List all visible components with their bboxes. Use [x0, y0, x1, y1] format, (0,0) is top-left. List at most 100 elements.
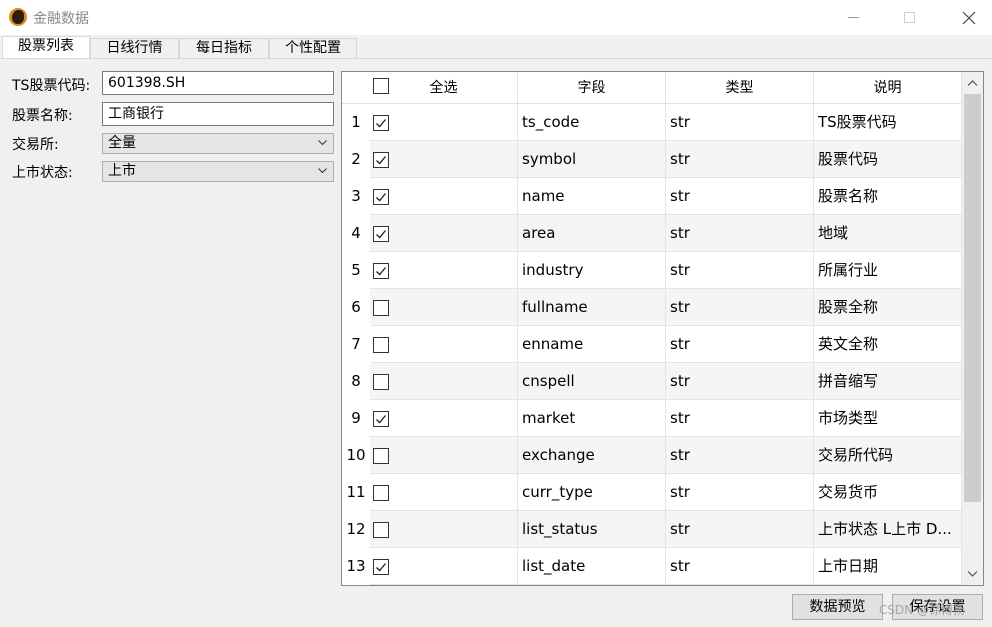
- select-cell[interactable]: [370, 104, 518, 141]
- row-checkbox[interactable]: [373, 189, 389, 205]
- table-row[interactable]: market str 市场类型: [370, 400, 962, 437]
- header-type[interactable]: 类型: [666, 72, 814, 104]
- row-checkbox[interactable]: [373, 115, 389, 131]
- row-checkbox[interactable]: [373, 411, 389, 427]
- type-cell[interactable]: str: [666, 437, 814, 474]
- row-checkbox[interactable]: [373, 374, 389, 390]
- row-checkbox[interactable]: [373, 559, 389, 575]
- type-cell[interactable]: str: [666, 326, 814, 363]
- field-cell[interactable]: name: [518, 178, 666, 215]
- scroll-down-icon[interactable]: [967, 568, 978, 579]
- table-row[interactable]: exchange str 交易所代码: [370, 437, 962, 474]
- vertical-scrollbar[interactable]: [962, 72, 983, 585]
- field-cell[interactable]: fullname: [518, 289, 666, 326]
- header-select-all[interactable]: 全选: [370, 72, 518, 104]
- select-all-checkbox[interactable]: [373, 78, 389, 94]
- desc-cell[interactable]: 交易货币: [814, 474, 962, 511]
- select-cell[interactable]: [370, 474, 518, 511]
- maximize-button[interactable]: [886, 0, 932, 35]
- desc-cell[interactable]: 所属行业: [814, 252, 962, 289]
- type-cell[interactable]: str: [666, 252, 814, 289]
- ts-code-input[interactable]: 601398.SH: [102, 71, 334, 95]
- table-row[interactable]: name str 股票名称: [370, 178, 962, 215]
- row-checkbox[interactable]: [373, 485, 389, 501]
- type-cell[interactable]: str: [666, 363, 814, 400]
- header-desc[interactable]: 说明: [814, 72, 962, 104]
- tab-stock-list[interactable]: 股票列表: [2, 36, 90, 59]
- desc-cell[interactable]: 市场类型: [814, 400, 962, 437]
- type-cell[interactable]: str: [666, 178, 814, 215]
- field-cell[interactable]: area: [518, 215, 666, 252]
- table-row[interactable]: symbol str 股票代码: [370, 141, 962, 178]
- desc-cell[interactable]: 上市状态 L上市 D...: [814, 511, 962, 548]
- type-cell[interactable]: str: [666, 104, 814, 141]
- row-number[interactable]: 2: [342, 141, 370, 178]
- row-number[interactable]: 10: [342, 437, 370, 474]
- select-cell[interactable]: [370, 178, 518, 215]
- table-row[interactable]: industry str 所属行业: [370, 252, 962, 289]
- desc-cell[interactable]: 股票名称: [814, 178, 962, 215]
- select-cell[interactable]: [370, 215, 518, 252]
- row-number[interactable]: 1: [342, 104, 370, 141]
- row-number[interactable]: 3: [342, 178, 370, 215]
- field-cell[interactable]: symbol: [518, 141, 666, 178]
- row-checkbox[interactable]: [373, 522, 389, 538]
- row-number[interactable]: 11: [342, 474, 370, 511]
- select-cell[interactable]: [370, 548, 518, 585]
- type-cell[interactable]: str: [666, 548, 814, 585]
- field-cell[interactable]: enname: [518, 326, 666, 363]
- desc-cell[interactable]: 股票代码: [814, 141, 962, 178]
- tab-daily-quotes[interactable]: 日线行情: [90, 38, 179, 59]
- row-checkbox[interactable]: [373, 448, 389, 464]
- scrollbar-thumb[interactable]: [964, 94, 981, 502]
- row-checkbox[interactable]: [373, 300, 389, 316]
- desc-cell[interactable]: 地域: [814, 215, 962, 252]
- select-cell[interactable]: [370, 511, 518, 548]
- type-cell[interactable]: str: [666, 511, 814, 548]
- type-cell[interactable]: str: [666, 474, 814, 511]
- field-cell[interactable]: list_date: [518, 548, 666, 585]
- tab-daily-indicators[interactable]: 每日指标: [179, 38, 269, 59]
- row-number[interactable]: 12: [342, 511, 370, 548]
- exchange-select[interactable]: 全量: [102, 133, 334, 154]
- type-cell[interactable]: str: [666, 400, 814, 437]
- table-row[interactable]: enname str 英文全称: [370, 326, 962, 363]
- field-cell[interactable]: exchange: [518, 437, 666, 474]
- table-row[interactable]: list_status str 上市状态 L上市 D...: [370, 511, 962, 548]
- field-cell[interactable]: cnspell: [518, 363, 666, 400]
- table-row[interactable]: ts_code str TS股票代码: [370, 104, 962, 141]
- header-field[interactable]: 字段: [518, 72, 666, 104]
- data-preview-button[interactable]: 数据预览: [792, 594, 883, 620]
- table-row[interactable]: fullname str 股票全称: [370, 289, 962, 326]
- desc-cell[interactable]: 股票全称: [814, 289, 962, 326]
- select-cell[interactable]: [370, 363, 518, 400]
- close-button[interactable]: [946, 0, 992, 35]
- row-number[interactable]: 9: [342, 400, 370, 437]
- field-cell[interactable]: list_status: [518, 511, 666, 548]
- field-cell[interactable]: market: [518, 400, 666, 437]
- row-checkbox[interactable]: [373, 263, 389, 279]
- row-checkbox[interactable]: [373, 226, 389, 242]
- stock-name-input[interactable]: 工商银行: [102, 102, 334, 126]
- row-number[interactable]: 5: [342, 252, 370, 289]
- select-cell[interactable]: [370, 326, 518, 363]
- desc-cell[interactable]: TS股票代码: [814, 104, 962, 141]
- select-cell[interactable]: [370, 289, 518, 326]
- select-cell[interactable]: [370, 437, 518, 474]
- select-cell[interactable]: [370, 141, 518, 178]
- desc-cell[interactable]: 英文全称: [814, 326, 962, 363]
- desc-cell[interactable]: 上市日期: [814, 548, 962, 585]
- type-cell[interactable]: str: [666, 141, 814, 178]
- row-checkbox[interactable]: [373, 152, 389, 168]
- table-row[interactable]: cnspell str 拼音缩写: [370, 363, 962, 400]
- scroll-up-icon[interactable]: [967, 78, 978, 89]
- row-number[interactable]: 7: [342, 326, 370, 363]
- row-number[interactable]: 13: [342, 548, 370, 585]
- select-cell[interactable]: [370, 400, 518, 437]
- select-cell[interactable]: [370, 252, 518, 289]
- field-cell[interactable]: industry: [518, 252, 666, 289]
- table-row[interactable]: curr_type str 交易货币: [370, 474, 962, 511]
- row-number[interactable]: 6: [342, 289, 370, 326]
- field-cell[interactable]: ts_code: [518, 104, 666, 141]
- field-cell[interactable]: curr_type: [518, 474, 666, 511]
